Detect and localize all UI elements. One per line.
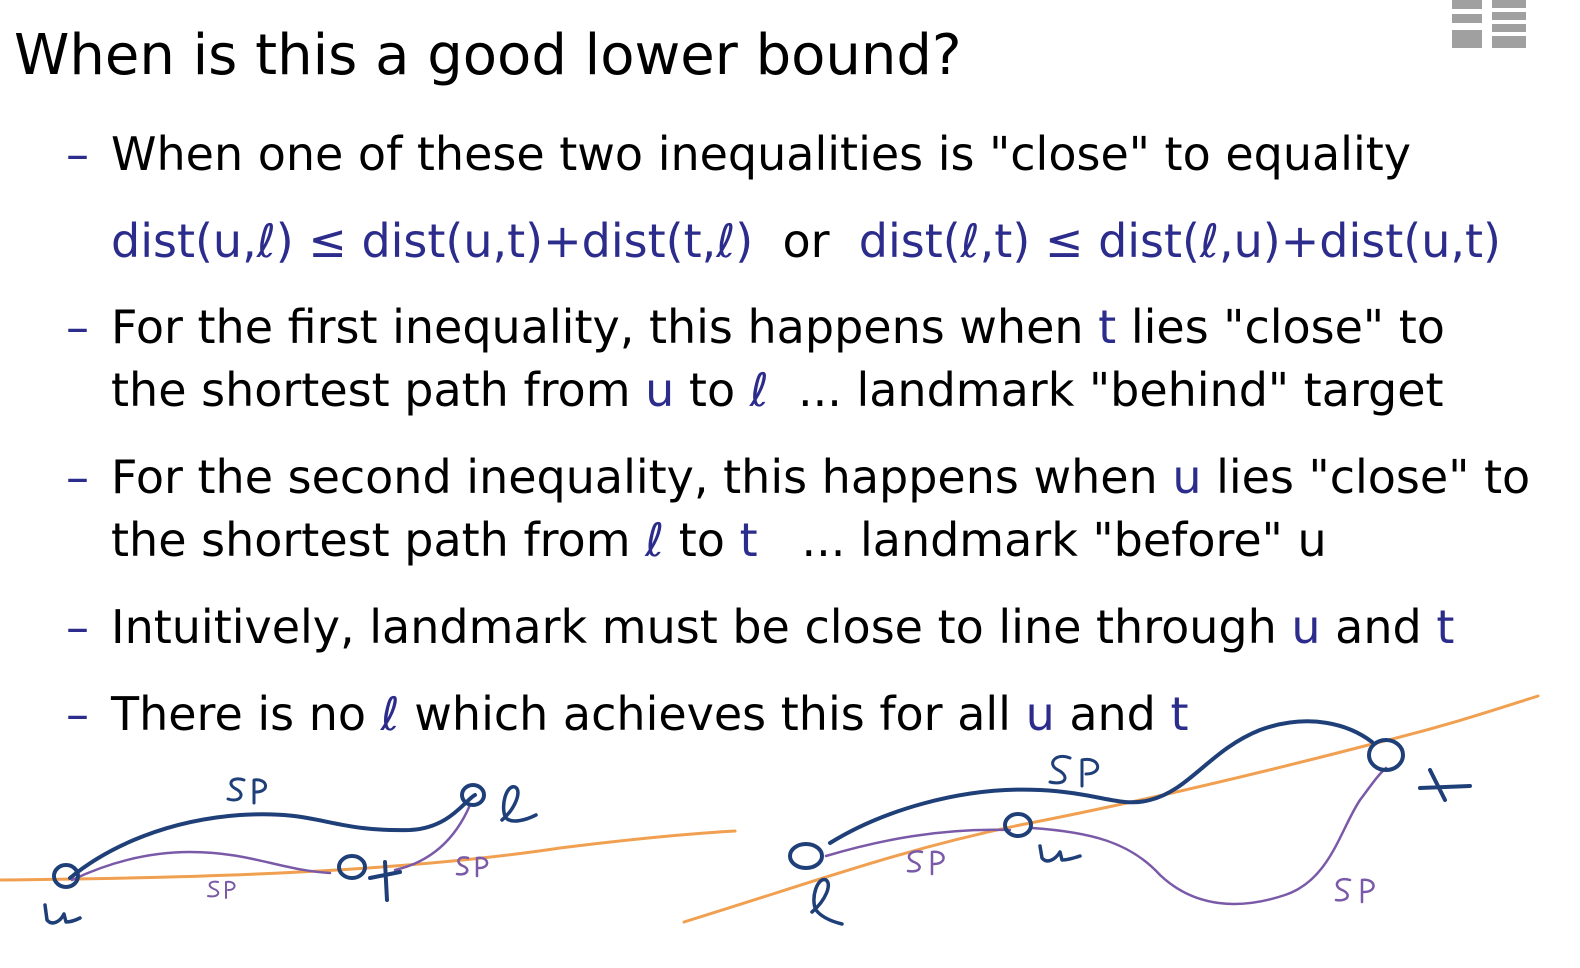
bullet-dash: – [66,687,89,741]
bullet-text: to [664,513,740,567]
math-symbol: t [1170,687,1189,741]
right-sp-bottom-icon [1334,877,1375,904]
left-orange-line [0,829,737,882]
right-t-cross-icon [1418,768,1472,802]
bullet-text: to [674,363,750,417]
bullet-text: Intuitively, landmark must be close to l… [111,600,1292,654]
bullet-text: the shortest path from [111,363,646,417]
bullet-dash: – [66,600,89,654]
bullet-3-line-1: For the first inequality, this happens w… [111,299,1445,355]
left-shortest-path-u-to-t [70,850,332,882]
left-sp-top-icon [226,777,267,805]
left-sketch [0,777,737,925]
bullet-text: the shortest path from [111,513,646,567]
bullet-dash: – [66,127,89,181]
bullet-4-line-2: the shortest path from ℓ to t ... landma… [111,512,1327,568]
math-symbol: t [1098,300,1117,354]
bullet-2-line-1: dist(u,ℓ) ≤ dist(u,t)+dist(t,ℓ) or dist(… [111,213,1501,269]
math-symbol: u [645,363,675,417]
bullet-text: When one of these two inequalities is "c… [111,127,1411,181]
bullet-text: ... landmark "behind" target [768,363,1444,417]
math-symbol: dist(u,ℓ) ≤ dist(u,t)+dist(t,ℓ) [111,214,754,268]
bullet-5-line-1: Intuitively, landmark must be close to l… [111,599,1454,655]
bullet-3-line-2: the shortest path from u to ℓ ... landma… [111,362,1444,418]
math-symbol: ℓ [749,363,769,417]
left-l-letter-icon [500,785,538,823]
bullet-text: or [753,214,859,268]
math-symbol: dist(ℓ,t) ≤ dist(ℓ,u)+dist(u,t) [858,214,1501,268]
left-node-t-icon [337,854,367,880]
math-symbol: t [1436,600,1455,654]
right-node-t-icon [1367,738,1405,772]
left-sp-right-icon [455,856,489,878]
left-shortest-path-t-to-l [393,803,472,872]
bullet-text: lies "close" to [1201,450,1531,504]
bullet-text: There is no [111,687,381,741]
left-sp-bottom-icon [207,880,236,899]
bullet-text: lies "close" to [1116,300,1445,354]
bullet-text: For the first inequality, this happens w… [111,300,1099,354]
right-l-letter-icon [810,877,844,926]
slide-title: When is this a good lower bound? [14,23,962,88]
left-node-l-icon [460,783,486,807]
bullet-dash: – [66,450,89,504]
right-sp-left-icon [906,850,945,876]
bullet-dash: – [66,300,89,354]
bullet-6-line-1: There is no ℓ which achieves this for al… [111,686,1189,742]
bullet-text: For the second inequality, this happens … [111,450,1173,504]
math-symbol: ℓ [645,513,665,567]
left-node-u-icon [52,863,80,889]
right-shortest-path-l-to-u [824,828,1012,858]
bullet-text: and [1054,687,1171,741]
left-t-cross-icon [368,860,402,902]
math-symbol: u [1172,450,1202,504]
university-logo [1452,0,1526,48]
math-symbol: ℓ [380,687,400,741]
right-u-letter-icon [1038,844,1082,863]
bullet-text: which achieves this for all [399,687,1026,741]
right-shortest-path-u-to-t [1030,766,1388,906]
right-sp-top-icon [1048,755,1099,788]
math-symbol: t [739,513,758,567]
math-symbol: u [1291,600,1321,654]
bullet-4-line-1: For the second inequality, this happens … [111,449,1530,505]
bullet-text: and [1320,600,1437,654]
bullet-1-line-1: When one of these two inequalities is "c… [111,126,1411,182]
math-symbol: u [1025,687,1055,741]
left-shortest-path-u-to-l [68,793,477,880]
bullet-text: ... landmark "before" u [757,513,1327,567]
right-node-u-icon [1003,812,1033,838]
right-node-l-icon [788,842,824,870]
left-u-letter-icon [43,903,82,925]
